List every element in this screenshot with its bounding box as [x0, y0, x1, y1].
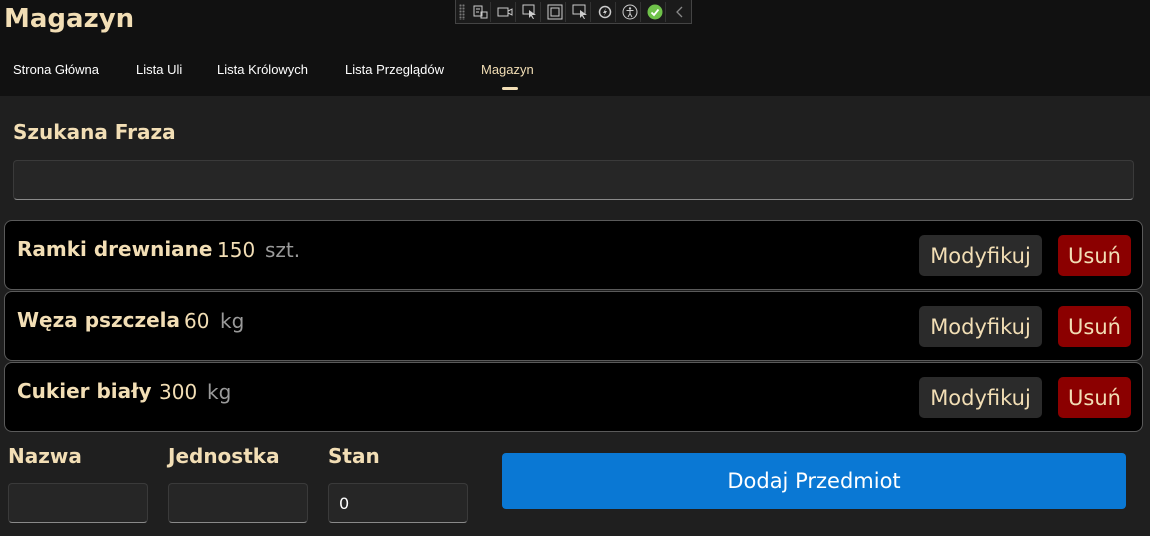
status-ok-icon: [645, 1, 666, 22]
list-item: Cukier biały 300 kg Modyfikuj Usuń: [4, 362, 1143, 432]
item-unit: kg: [220, 309, 245, 333]
unit-label: Jednostka: [168, 444, 280, 468]
modify-button[interactable]: Modyfikuj: [919, 306, 1042, 347]
delete-button[interactable]: Usuń: [1058, 377, 1131, 418]
delete-button[interactable]: Usuń: [1058, 306, 1131, 347]
list-item: Węza pszczela 60 kg Modyfikuj Usuń: [4, 291, 1143, 361]
search-input[interactable]: [13, 160, 1134, 200]
drag-grip-icon[interactable]: [459, 4, 465, 20]
search-label: Szukana Fraza: [13, 120, 176, 144]
nav-tabs: Strona Główna Lista Uli Lista Królowych …: [0, 62, 1150, 92]
app-title: Magazyn: [4, 4, 135, 34]
name-field[interactable]: [8, 483, 148, 523]
item-quantity: 150: [217, 238, 256, 262]
accessibility-icon[interactable]: [620, 1, 641, 22]
tab-magazyn[interactable]: Magazyn: [481, 62, 534, 77]
stock-label: Stan: [328, 444, 380, 468]
select-element-icon[interactable]: [520, 1, 541, 22]
item-unit: szt.: [265, 238, 301, 262]
delete-button[interactable]: Usuń: [1058, 235, 1131, 276]
collapse-chevron-icon[interactable]: [670, 2, 691, 22]
add-item-button[interactable]: Dodaj Przedmiot: [502, 453, 1126, 509]
item-quantity: 300: [159, 380, 198, 404]
tab-lista-uli[interactable]: Lista Uli: [136, 62, 182, 77]
unit-field[interactable]: [168, 483, 308, 523]
tab-lista-krolowych[interactable]: Lista Królowych: [217, 62, 308, 77]
track-focus-icon[interactable]: [570, 1, 591, 22]
stock-field[interactable]: [328, 483, 468, 523]
hot-reload-icon[interactable]: [595, 1, 616, 22]
record-icon[interactable]: [495, 1, 516, 22]
item-name: Ramki drewniane: [17, 237, 213, 261]
modify-button[interactable]: Modyfikuj: [919, 235, 1042, 276]
xaml-debug-toolbar: [455, 0, 692, 24]
tab-lista-przegladow[interactable]: Lista Przeglądów: [345, 62, 444, 77]
list-item: Ramki drewniane 150 szt. Modyfikuj Usuń: [4, 220, 1143, 290]
item-quantity: 60: [184, 309, 210, 333]
modify-button[interactable]: Modyfikuj: [919, 377, 1042, 418]
name-label: Nazwa: [8, 444, 82, 468]
item-name: Cukier biały: [17, 379, 152, 403]
live-visual-tree-icon[interactable]: [470, 1, 491, 22]
app-header: Magazyn Strona Główna Lista Uli Lista Kr…: [0, 0, 1150, 96]
active-tab-indicator: [502, 87, 518, 90]
item-name: Węza pszczela: [17, 308, 180, 332]
display-layout-adorners-icon[interactable]: [545, 1, 566, 22]
item-unit: kg: [207, 380, 232, 404]
tab-strona-glowna[interactable]: Strona Główna: [13, 62, 99, 77]
